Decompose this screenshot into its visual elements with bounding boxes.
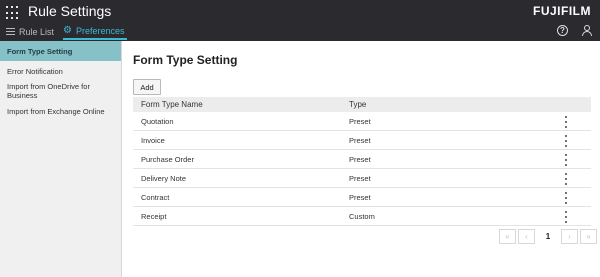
table-row[interactable]: Invoice Preset: [133, 131, 591, 150]
brand-logo: FUJIFILM: [533, 4, 591, 18]
user-icon[interactable]: [582, 25, 592, 36]
help-icon[interactable]: ?: [557, 25, 568, 36]
tab-rule-list[interactable]: Rule List: [6, 24, 54, 39]
sidebar-item-import-exchange[interactable]: Import from Exchange Online: [0, 101, 121, 121]
more-options-icon[interactable]: [562, 114, 570, 129]
row-name: Contract: [141, 192, 170, 202]
list-icon: [6, 28, 15, 35]
column-header-type: Type: [349, 100, 367, 109]
app-grid-icon[interactable]: [6, 6, 20, 20]
tab-preferences-label: Preferences: [75, 26, 125, 36]
last-page-button[interactable]: »: [580, 229, 597, 244]
current-page: 1: [545, 232, 551, 241]
pagination: « ‹ 1 › »: [499, 229, 599, 244]
row-type: Preset: [349, 135, 371, 145]
row-type: Preset: [349, 154, 371, 164]
add-button[interactable]: Add: [133, 79, 161, 95]
app-title: Rule Settings: [28, 3, 112, 19]
row-name: Receipt: [141, 211, 167, 221]
more-options-icon[interactable]: [562, 133, 570, 148]
more-options-icon[interactable]: [562, 190, 570, 205]
row-name: Invoice: [141, 135, 165, 145]
next-page-button[interactable]: ›: [561, 229, 578, 244]
table-row[interactable]: Contract Preset: [133, 188, 591, 207]
table-row[interactable]: Delivery Note Preset: [133, 169, 591, 188]
sidebar: Form Type Setting Error Notification Imp…: [0, 41, 122, 277]
row-type: Custom: [349, 211, 375, 221]
more-options-icon[interactable]: [562, 152, 570, 167]
first-page-button[interactable]: «: [499, 229, 516, 244]
tab-rule-list-label: Rule List: [19, 26, 55, 37]
gear-icon: ⚙: [63, 25, 72, 36]
form-type-table: Form Type Name Type Quotation Preset Inv…: [133, 97, 591, 226]
row-name: Purchase Order: [141, 154, 194, 164]
more-options-icon[interactable]: [562, 171, 570, 186]
prev-page-button[interactable]: ‹: [518, 229, 535, 244]
main-content: Form Type Setting Add Form Type Name Typ…: [123, 41, 600, 277]
table-row[interactable]: Quotation Preset: [133, 112, 591, 131]
app-header: Rule Settings FUJIFILM Rule List ⚙ Prefe…: [0, 0, 600, 41]
table-header: Form Type Name Type: [133, 97, 591, 112]
table-row[interactable]: Purchase Order Preset: [133, 150, 591, 169]
page-title: Form Type Setting: [133, 53, 238, 67]
sidebar-item-import-onedrive[interactable]: Import from OneDrive for Business: [0, 81, 121, 101]
sidebar-item-form-type-setting[interactable]: Form Type Setting: [0, 41, 121, 61]
table-row[interactable]: Receipt Custom: [133, 207, 591, 226]
tab-preferences[interactable]: ⚙ Preferences: [63, 24, 127, 40]
sidebar-item-error-notification[interactable]: Error Notification: [0, 61, 121, 81]
row-name: Quotation: [141, 116, 174, 126]
column-header-name: Form Type Name: [141, 100, 203, 109]
row-type: Preset: [349, 173, 371, 183]
more-options-icon[interactable]: [562, 209, 570, 224]
row-type: Preset: [349, 116, 371, 126]
row-type: Preset: [349, 192, 371, 202]
row-name: Delivery Note: [141, 173, 187, 183]
